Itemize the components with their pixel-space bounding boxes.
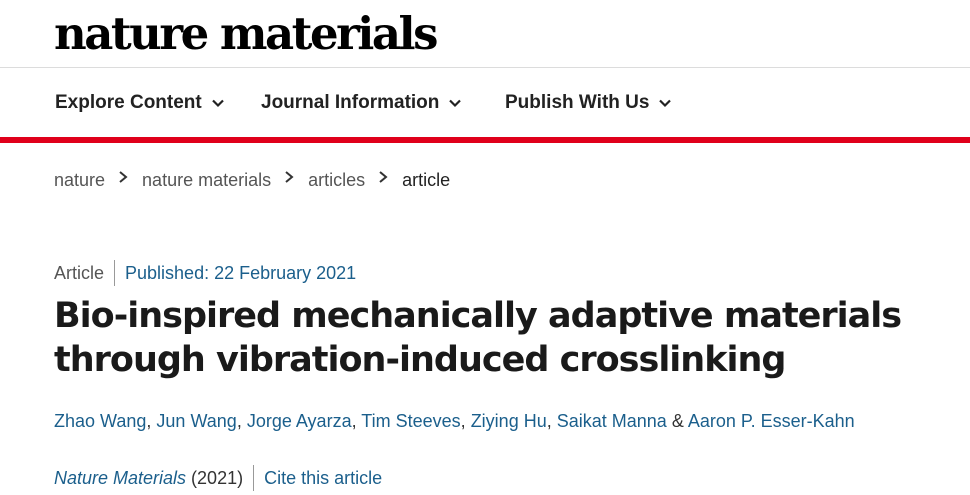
author-separator-last: & [671,411,684,431]
author-separator: , [236,411,242,431]
author-link[interactable]: Tim Steeves [361,411,460,431]
chevron-right-icon [119,170,128,183]
nav-explore-content[interactable]: Explore Content [55,92,225,114]
author-separator: , [460,411,466,431]
article-meta: Article Published: 22 February 2021 [54,260,356,286]
main-nav: Explore Content Journal Information Publ… [0,68,970,136]
author-list: Zhao Wang, Jun Wang, Jorge Ayarza, Tim S… [54,411,855,432]
masthead: nature materials [0,0,970,68]
chevron-down-icon [211,99,224,108]
breadcrumb-nature-materials[interactable]: nature materials [142,170,271,191]
chevron-right-icon [285,170,294,183]
publication-year: (2021) [191,467,244,488]
divider [253,465,255,491]
author-separator: , [351,411,357,431]
nav-item-label: Explore Content [55,92,202,113]
breadcrumb-nature[interactable]: nature [54,170,105,191]
article-type: Article [54,262,105,283]
publication-date: Published: 22 February 2021 [125,262,357,283]
site-logo[interactable]: nature materials [54,6,438,62]
author-link[interactable]: Zhao Wang [54,411,146,431]
author-link[interactable]: Aaron P. Esser-Kahn [688,411,855,431]
citation-line: Nature Materials (2021) Cite this articl… [54,465,382,491]
author-link[interactable]: Jun Wang [156,411,236,431]
nav-item-label: Publish With Us [505,92,650,113]
chevron-right-icon [379,170,388,183]
author-link[interactable]: Jorge Ayarza [247,411,352,431]
breadcrumb-current: article [402,170,451,190]
author-link[interactable]: Saikat Manna [557,411,667,431]
chevron-down-icon [449,99,462,108]
author-link[interactable]: Ziying Hu [471,411,547,431]
cite-this-article-link[interactable]: Cite this article [264,468,382,489]
article-title: Bio-inspired mechanically adaptive mater… [54,296,902,380]
nav-journal-information[interactable]: Journal Information [261,92,462,114]
divider [114,260,116,286]
breadcrumb: nature nature materials articles article [54,170,450,191]
chevron-down-icon [659,99,672,108]
author-separator: , [546,411,552,431]
author-separator: , [146,411,152,431]
journal-name[interactable]: Nature Materials [54,468,186,489]
nav-publish-with-us[interactable]: Publish With Us [505,92,672,114]
accent-bar [0,137,970,143]
breadcrumb-articles[interactable]: articles [308,170,365,191]
nav-item-label: Journal Information [261,92,440,113]
